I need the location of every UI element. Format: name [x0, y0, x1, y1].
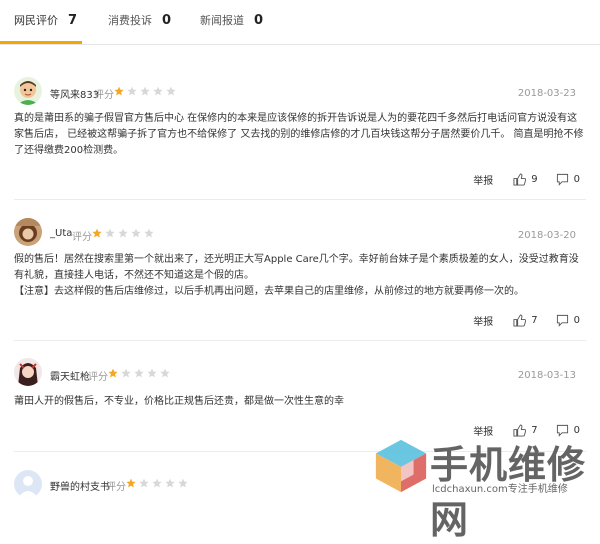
tab-netizen-reviews[interactable]: 网民评价 7: [14, 12, 77, 32]
review-actions: 举报 7 0: [473, 313, 580, 328]
comment-icon: [556, 173, 568, 186]
star-rating: [126, 478, 191, 488]
tab-count: 0: [162, 13, 172, 28]
comment-icon: [556, 424, 568, 437]
review-content: 真的是莆田系的骗子假冒官方售后中心 在保修内的本来是应该保修的拆开告诉说是人为的…: [14, 111, 584, 159]
star-empty-icon: [165, 478, 175, 488]
star-empty-icon: [118, 228, 128, 238]
report-button[interactable]: 举报: [473, 423, 493, 438]
like-count: 7: [531, 315, 538, 326]
username[interactable]: 霸天虹枪: [50, 368, 90, 383]
star-empty-icon: [147, 368, 157, 378]
cube-logo-icon: [375, 439, 427, 493]
star-empty-icon: [152, 478, 162, 488]
watermark-subtitle: lcdchaxun.com专注手机维修: [432, 484, 568, 495]
avatar[interactable]: [14, 470, 42, 498]
report-button[interactable]: 举报: [473, 313, 493, 328]
review-tabs: 网民评价 7 消费投诉 0 新闻报道 0: [0, 0, 600, 45]
like-button[interactable]: 7: [513, 314, 538, 327]
review-date: 2018-03-20: [517, 230, 576, 241]
review-text: 莆田人开的假售后，不专业，价格比正规售后还贵，都是做一次性生意的幸: [14, 396, 344, 407]
like-count: 7: [531, 425, 538, 436]
tab-label: 新闻报道: [200, 14, 244, 27]
review-divider: [14, 199, 586, 200]
thumbs-up-icon: [513, 424, 527, 437]
comment-button[interactable]: 0: [556, 424, 580, 437]
avatar[interactable]: [14, 358, 42, 386]
username[interactable]: 等风来833: [50, 86, 99, 101]
review-content: 莆田人开的假售后，不专业，价格比正规售后还贵，都是做一次性生意的幸: [14, 394, 584, 410]
star-filled-icon: [114, 86, 124, 96]
rating-label: 评分: [94, 90, 114, 101]
tab-consumer-complaints[interactable]: 消费投诉 0: [108, 12, 171, 32]
like-count: 9: [531, 174, 538, 185]
like-button[interactable]: 9: [513, 173, 538, 186]
username[interactable]: 野兽的村支书: [50, 478, 110, 493]
star-rating: [114, 86, 179, 96]
review-divider: [14, 451, 586, 452]
review-date: 2018-03-13: [517, 370, 576, 381]
thumbs-up-icon: [513, 173, 527, 186]
review-actions: 举报 9 0: [473, 172, 580, 187]
avatar[interactable]: [14, 218, 42, 246]
site-watermark: 手机维修网 lcdchaxun.com专注手机维修: [368, 432, 600, 542]
review-text: 假的售后！居然在搜索里第一个就出来了，还光明正大写Apple Care几个字。幸…: [14, 254, 579, 281]
review-actions: 举报 7 0: [473, 423, 580, 438]
cartoon-avatar-icon: [14, 77, 42, 105]
star-empty-icon: [105, 228, 115, 238]
star-empty-icon: [134, 368, 144, 378]
active-tab-indicator: [0, 41, 82, 44]
review-content: 假的售后！居然在搜索里第一个就出来了，还光明正大写Apple Care几个字。幸…: [14, 252, 584, 300]
comment-button[interactable]: 0: [556, 173, 580, 186]
review-divider: [14, 340, 586, 341]
star-empty-icon: [166, 86, 176, 96]
comment-button[interactable]: 0: [556, 314, 580, 327]
avatar[interactable]: [14, 77, 42, 105]
review-date: 2018-03-23: [517, 88, 576, 99]
star-empty-icon: [153, 86, 163, 96]
thumbs-up-icon: [513, 314, 527, 327]
tab-news-reports[interactable]: 新闻报道 0: [200, 12, 263, 32]
star-empty-icon: [178, 478, 188, 488]
review-text: 【注意】去这样假的售后店维修过，以后手机再出问题，去苹果自己的店里维修，从前修过…: [14, 286, 524, 297]
star-empty-icon: [127, 86, 137, 96]
star-empty-icon: [160, 368, 170, 378]
anime-avatar-icon: [14, 358, 42, 386]
username[interactable]: _Uta: [50, 228, 72, 239]
star-filled-icon: [126, 478, 136, 488]
star-empty-icon: [140, 86, 150, 96]
report-button[interactable]: 举报: [473, 172, 493, 187]
star-empty-icon: [131, 228, 141, 238]
like-button[interactable]: 7: [513, 424, 538, 437]
photo-avatar-icon: [14, 218, 42, 246]
rating-label: 评分: [88, 372, 108, 383]
tab-count: 0: [254, 13, 264, 28]
tab-label: 消费投诉: [108, 14, 152, 27]
star-empty-icon: [121, 368, 131, 378]
star-empty-icon: [144, 228, 154, 238]
comment-count: 0: [573, 174, 580, 185]
rating-label: 评分: [106, 482, 126, 493]
star-empty-icon: [139, 478, 149, 488]
default-avatar-icon: [14, 470, 42, 498]
rating-label: 评分: [72, 232, 92, 243]
review-text: 真的是莆田系的骗子假冒官方售后中心 在保修内的本来是应该保修的拆开告诉说是人为的…: [14, 113, 584, 156]
star-rating: [92, 228, 157, 238]
tab-label: 网民评价: [14, 14, 58, 27]
star-filled-icon: [108, 368, 118, 378]
star-filled-icon: [92, 228, 102, 238]
comment-icon: [556, 314, 568, 327]
star-rating: [108, 368, 173, 378]
comment-count: 0: [573, 425, 580, 436]
tab-count: 7: [68, 13, 78, 28]
comment-count: 0: [573, 315, 580, 326]
